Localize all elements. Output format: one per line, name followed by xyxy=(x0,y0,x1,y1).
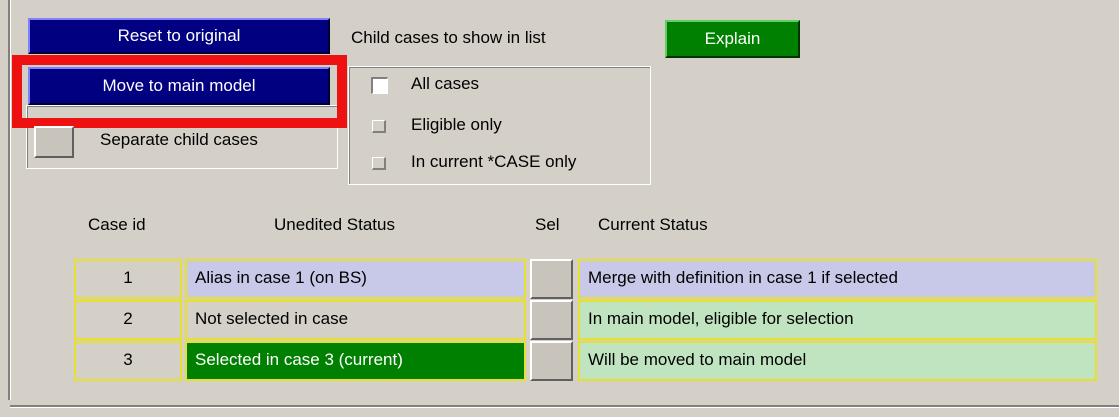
header-sel: Sel xyxy=(535,215,560,234)
row-3-unedited-status: Selected in case 3 (current) xyxy=(185,341,526,381)
in-current-case-label: In current *CASE only xyxy=(411,152,577,171)
eligible-only-label: Eligible only xyxy=(411,115,502,134)
separate-child-cases-toggle[interactable] xyxy=(34,126,74,158)
panel-bottom-border xyxy=(10,405,1119,408)
row-1-unedited-status: Alias in case 1 (on BS) xyxy=(185,259,526,299)
in-current-case-option[interactable] xyxy=(372,157,386,170)
row-1-select-button[interactable] xyxy=(530,259,573,299)
all-cases-checkbox[interactable] xyxy=(371,77,388,94)
row-2-current-status: In main model, eligible for selection xyxy=(578,300,1097,340)
header-current-status: Current Status xyxy=(598,215,708,234)
row-2-case-id: 2 xyxy=(74,300,182,340)
panel-left-border xyxy=(8,0,11,400)
row-1-current-status: Merge with definition in case 1 if selec… xyxy=(578,259,1097,299)
highlight-box xyxy=(12,55,347,128)
separate-child-cases-label: Separate child cases xyxy=(100,130,258,149)
explain-button[interactable]: Explain xyxy=(665,20,800,58)
reset-to-original-button[interactable]: Reset to original xyxy=(28,18,330,54)
header-unedited-status: Unedited Status xyxy=(274,215,395,234)
eligible-only-option[interactable] xyxy=(372,120,386,133)
row-3-select-button[interactable] xyxy=(530,341,573,381)
row-2-unedited-status: Not selected in case xyxy=(185,300,526,340)
all-cases-label: All cases xyxy=(411,74,480,93)
row-3-current-status: Will be moved to main model xyxy=(578,341,1097,381)
header-case-id: Case id xyxy=(88,215,146,234)
row-1-case-id: 1 xyxy=(74,259,182,299)
row-3-case-id: 3 xyxy=(74,341,182,381)
row-2-select-button[interactable] xyxy=(530,300,573,340)
child-cases-title: Child cases to show in list xyxy=(351,28,546,47)
